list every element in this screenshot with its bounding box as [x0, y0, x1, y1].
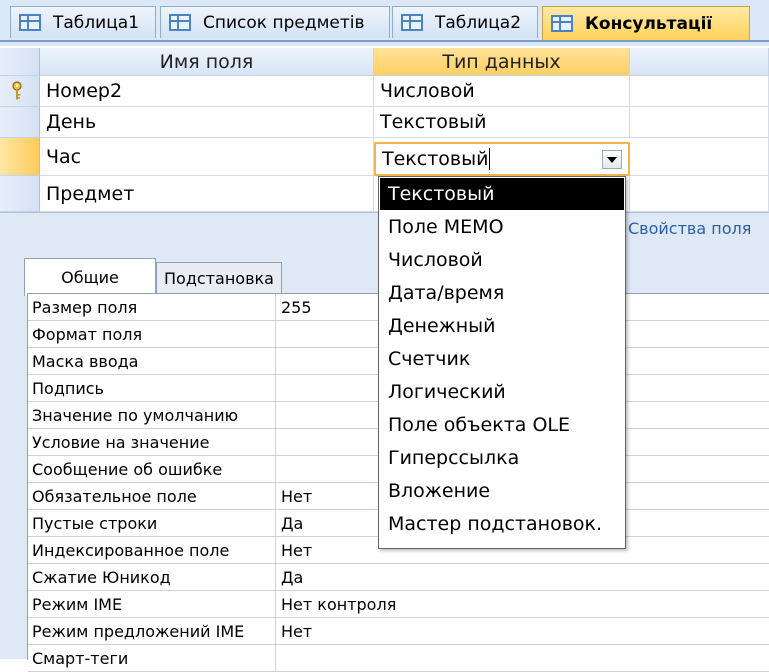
property-value[interactable]: Нет контроля: [276, 591, 769, 617]
dropdown-option[interactable]: Счетчик: [380, 343, 624, 375]
field-name-cell[interactable]: День: [40, 107, 374, 138]
text-caret: [489, 148, 491, 170]
table-icon: [551, 15, 573, 32]
tab-divider: [0, 40, 769, 42]
tab-table1[interactable]: Таблица1: [10, 6, 156, 38]
description-cell[interactable]: [630, 176, 769, 212]
dropdown-option[interactable]: Поле объекта OLE: [380, 409, 624, 441]
property-label: Пустые строки: [28, 510, 276, 536]
tab-table2[interactable]: Таблица2: [392, 6, 538, 38]
dropdown-arrow-button[interactable]: [602, 150, 622, 169]
property-label: Размер поля: [28, 294, 276, 320]
property-label: Режим предложений IME: [28, 618, 276, 644]
row-selector[interactable]: [0, 76, 40, 107]
tab-lookup[interactable]: Подстановка: [156, 262, 282, 294]
dropdown-option[interactable]: Логический: [380, 376, 624, 408]
primary-key-icon: [12, 81, 22, 100]
property-label: Сжатие Юникод: [28, 564, 276, 590]
dropdown-option[interactable]: Дата/время: [380, 277, 624, 309]
tab-label: Таблица2: [435, 12, 522, 33]
table-icon: [169, 14, 191, 31]
row-selector[interactable]: [0, 107, 40, 138]
dropdown-option[interactable]: Вложение: [380, 475, 624, 507]
select-all-corner[interactable]: [0, 48, 40, 76]
data-type-combobox[interactable]: Текстовый: [374, 142, 630, 176]
property-label: Обязательное поле: [28, 483, 276, 509]
property-row[interactable]: Режим предложений IME Нет: [28, 618, 769, 645]
tab-general[interactable]: Общие: [24, 258, 156, 296]
tab-consultations[interactable]: Консультації: [542, 6, 750, 40]
dropdown-option[interactable]: Денежный: [380, 310, 624, 342]
tab-label: Консультації: [585, 13, 713, 34]
dropdown-option[interactable]: Числовой: [380, 244, 624, 276]
property-row[interactable]: Режим IME Нет контроля: [28, 591, 769, 618]
property-label: Смарт-теги: [28, 645, 276, 671]
chevron-down-icon: [607, 156, 617, 163]
tab-label: Список предметів: [203, 12, 365, 33]
description-cell[interactable]: [630, 107, 769, 138]
row-selector[interactable]: [0, 176, 40, 212]
dropdown-option[interactable]: Текстовый: [380, 178, 624, 210]
field-properties-label: Свойства поля: [628, 219, 752, 238]
data-type-header: Тип данных: [374, 48, 630, 76]
object-tab-bar: Таблица1 Список предметів Таблица2 Консу…: [0, 0, 769, 46]
field-name-cell[interactable]: Предмет: [40, 176, 374, 212]
tab-subject-list[interactable]: Список предметів: [160, 6, 390, 38]
property-label: Условие на значение: [28, 429, 276, 455]
property-label: Индексированное поле: [28, 537, 276, 563]
field-name-cell[interactable]: Номер2: [40, 76, 374, 107]
data-type-dropdown-list: Текстовый Поле МЕМО Числовой Дата/время …: [378, 176, 626, 549]
property-row[interactable]: Сжатие Юникод Да: [28, 564, 769, 591]
field-name-header: Имя поля: [40, 48, 374, 76]
data-type-cell[interactable]: Текстовый: [374, 107, 630, 138]
property-label: Сообщение об ошибке: [28, 456, 276, 482]
property-label: Значение по умолчанию: [28, 402, 276, 428]
property-value[interactable]: Нет: [276, 618, 769, 644]
property-label: Режим IME: [28, 591, 276, 617]
description-header: [630, 48, 769, 76]
row-selector-current[interactable]: [0, 138, 40, 176]
data-type-cell[interactable]: Числовой: [374, 76, 630, 107]
description-cell[interactable]: [630, 76, 769, 107]
property-label: Маска ввода: [28, 348, 276, 374]
tab-label: Таблица1: [53, 12, 140, 33]
dropdown-option[interactable]: Гиперссылка: [380, 442, 624, 474]
field-name-cell[interactable]: Час: [40, 138, 374, 176]
property-value[interactable]: Да: [276, 564, 769, 590]
dropdown-option[interactable]: Поле МЕМО: [380, 211, 624, 243]
property-label: Подпись: [28, 375, 276, 401]
combo-value: Текстовый: [382, 148, 489, 170]
description-cell[interactable]: [630, 138, 769, 176]
table-icon: [401, 14, 423, 31]
property-value[interactable]: [276, 645, 769, 671]
table-icon: [19, 14, 41, 31]
property-label: Формат поля: [28, 321, 276, 347]
dropdown-option[interactable]: Мастер подстановок.: [380, 508, 624, 540]
